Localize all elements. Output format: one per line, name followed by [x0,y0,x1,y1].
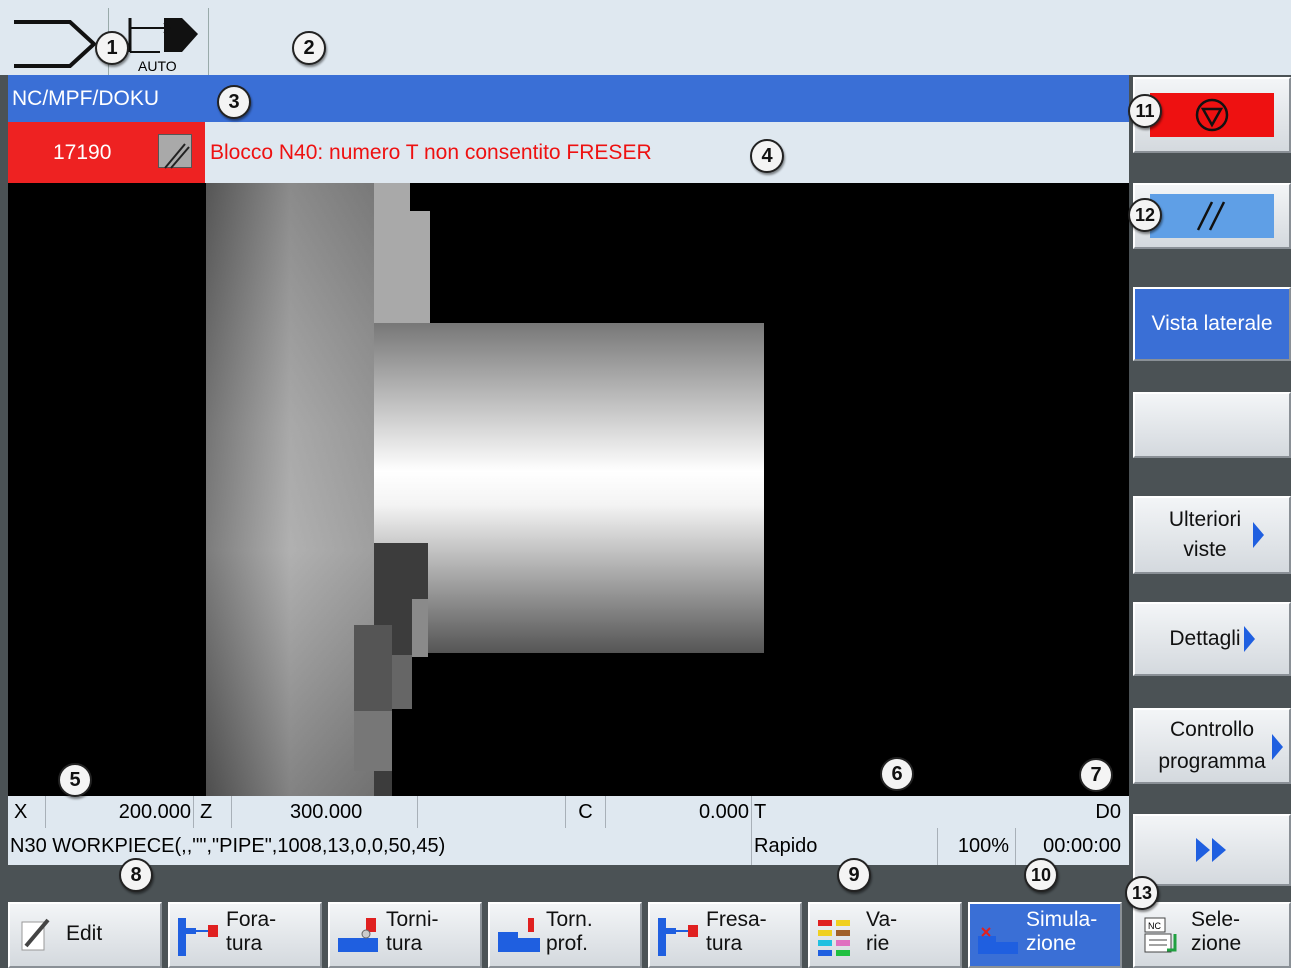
contour-turning-icon [498,918,540,952]
double-arrow-icon [1196,838,1226,862]
alarm-number-box[interactable]: 17190 [8,122,205,183]
dettagli-softkey[interactable]: Dettagli [1133,602,1291,676]
alarm-number: 17190 [53,141,112,164]
milling-icon [658,918,698,956]
c-axis-label: C [566,796,606,828]
top-status-bar: AUTO [0,0,1291,75]
callout-3: 3 [217,85,251,119]
edit-softkey[interactable]: Edit [8,902,162,968]
turning-icon [338,918,378,952]
callout-1: 1 [95,31,129,65]
misc-blocks-icon [818,920,850,956]
drilling-icon [178,918,218,956]
stop-indicator [1150,93,1274,137]
block-row: N30 WORKPIECE(,,"","PIPE",1008,13,0,0,50… [8,828,1129,865]
simulation-view[interactable] [8,183,1129,796]
callout-13: 13 [1125,876,1159,910]
callout-5: 5 [58,763,92,797]
program-path-bar: NC/MPF/DOKU [8,75,1129,122]
reset-icon[interactable] [158,134,192,169]
x-axis-label: X [8,796,46,828]
reset-slash-icon [1196,201,1226,231]
x-axis-value: 200.000 [46,796,194,828]
nc-select-icon: NC [1144,917,1177,953]
pencil-icon [21,918,50,951]
callout-10: 10 [1024,858,1058,892]
simulazione-softkey[interactable]: Simula- zione [968,902,1122,968]
d-offset-label: D0 [1095,801,1121,823]
tool-label: T [754,801,767,823]
mode-label: AUTO [138,58,177,74]
stop-icon [1195,98,1229,132]
callout-7: 7 [1079,758,1113,792]
empty-softkey[interactable] [1133,392,1291,458]
callout-8: 8 [119,858,153,892]
auto-mode-icon [128,18,198,53]
z-axis-value: 300.000 [232,796,418,828]
callout-12: 12 [1128,198,1162,232]
callout-2: 2 [292,31,326,65]
c-axis-value: 0.000 [606,796,752,828]
empty-cell [418,796,566,828]
ulteriori-viste-softkey[interactable]: Ulteriori viste [1133,496,1291,574]
override-value: 100% [938,828,1016,865]
lathe-simulation-graphic [206,183,764,796]
simulation-icon [978,927,1018,954]
z-axis-label: Z [194,796,232,828]
svg-text:NC: NC [1148,921,1161,931]
menu-arrow-icon [1272,734,1283,760]
position-row: X 200.000 Z 300.000 C 0.000 T D0 [8,796,1129,828]
torn-prof-softkey[interactable]: Torn. prof. [488,902,642,968]
menu-arrow-icon [1243,626,1255,652]
selezione-softkey[interactable]: NC Sele- zione [1133,902,1291,968]
tornitura-softkey[interactable]: Torni- tura [328,902,482,968]
callout-11: 11 [1128,94,1162,128]
alarm-message: Blocco N40: numero T non consentito FRES… [210,141,652,164]
more-softkeys-button[interactable] [1133,814,1291,886]
vista-laterale-softkey[interactable]: Vista laterale [1133,287,1291,361]
callout-4: 4 [750,139,784,173]
callout-6: 6 [880,757,914,791]
foratura-softkey[interactable]: Fora- tura [168,902,322,968]
status-strip [8,865,1129,901]
fresatura-softkey[interactable]: Fresa- tura [648,902,802,968]
channel-state-icon [14,20,97,68]
controllo-programma-softkey[interactable]: Controllo programma [1133,708,1291,784]
varie-softkey[interactable]: Va- rie [808,902,962,968]
current-block: N30 WORKPIECE(,,"","PIPE",1008,13,0,0,50… [8,828,752,865]
callout-9: 9 [837,858,871,892]
reset-indicator [1150,194,1274,238]
menu-arrow-icon [1253,522,1264,548]
